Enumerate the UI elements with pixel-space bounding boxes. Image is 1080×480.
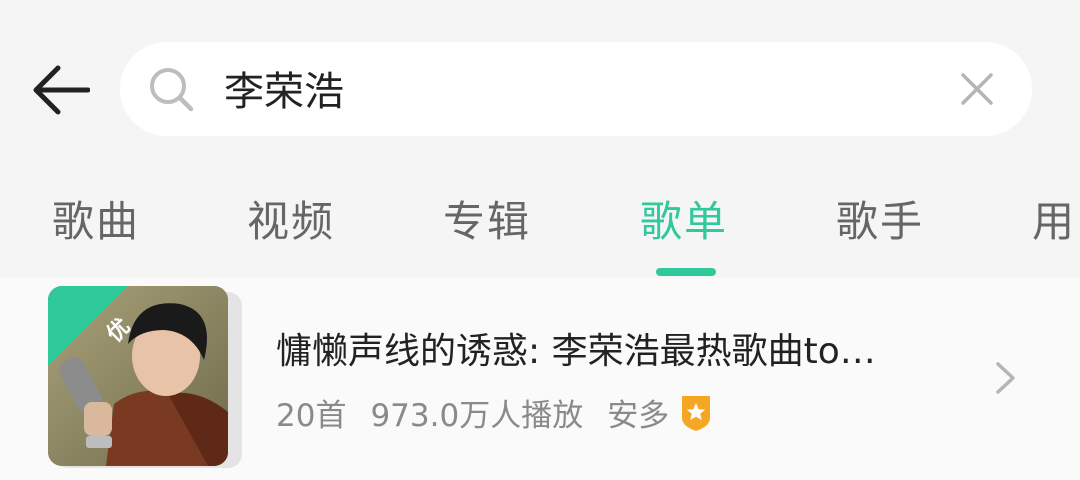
back-button[interactable] xyxy=(22,56,98,124)
tab-albums[interactable]: 专辑 xyxy=(443,188,531,249)
search-header: 歌曲 视频 专辑 歌单 歌手 用 xyxy=(0,0,1080,278)
playlist-cover: 优 xyxy=(48,286,228,466)
tab-users[interactable]: 用 xyxy=(1032,188,1076,249)
category-tabs: 歌曲 视频 专辑 歌单 歌手 用 xyxy=(0,176,1080,276)
song-count: 20首 xyxy=(276,398,347,434)
play-count: 973.0万人播放 xyxy=(370,398,584,434)
tab-songs[interactable]: 歌曲 xyxy=(52,188,140,249)
creator-name: 安多 xyxy=(607,398,670,434)
search-icon xyxy=(150,68,194,112)
close-icon[interactable] xyxy=(958,70,996,108)
results-list: 优 慵懒声线的诱惑: 李荣浩最热歌曲to… 20首 973.0万人播放 安多 xyxy=(0,278,1080,480)
search-input[interactable] xyxy=(224,58,924,118)
tab-playlists[interactable]: 歌单 xyxy=(640,188,728,249)
playlist-title: 慵懒声线的诱惑: 李荣浩最热歌曲to… xyxy=(276,331,876,372)
arrow-left-icon xyxy=(33,65,90,115)
playlist-item[interactable]: 优 慵懒声线的诱惑: 李荣浩最热歌曲to… 20首 973.0万人播放 安多 xyxy=(0,278,1080,480)
vip-star-badge-icon xyxy=(682,395,711,431)
playlist-meta: 20首 973.0万人播放 安多 xyxy=(276,390,713,435)
tab-artists[interactable]: 歌手 xyxy=(836,188,924,249)
tab-videos[interactable]: 视频 xyxy=(247,188,335,249)
active-tab-indicator xyxy=(656,268,716,276)
chevron-right-icon xyxy=(996,362,1015,394)
search-bar[interactable] xyxy=(120,42,1032,136)
